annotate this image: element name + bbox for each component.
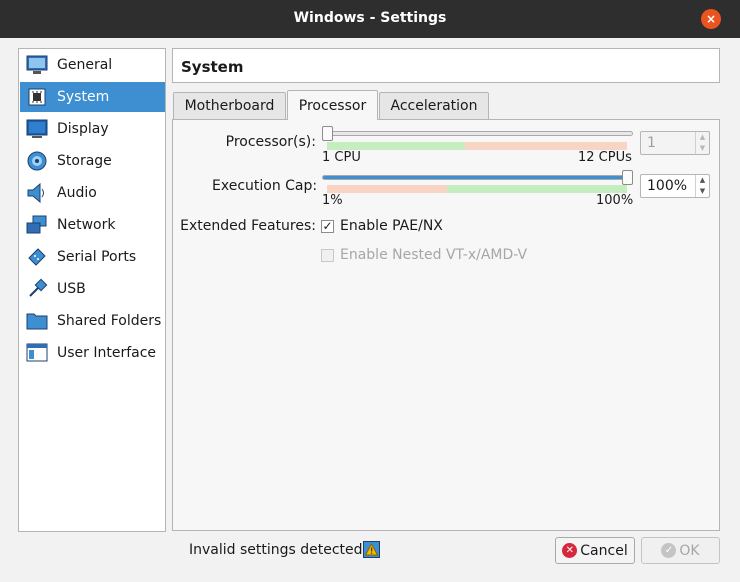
processors-label: Processor(s):	[225, 134, 316, 150]
execution-cap-label: Execution Cap:	[212, 178, 318, 194]
sidebar-item-label: Shared Folders	[57, 313, 162, 329]
sidebar-item-label: Network	[57, 217, 116, 233]
processors-zone-bar	[327, 142, 627, 150]
pae-nx-label: Enable PAE/NX	[340, 218, 443, 234]
spin-arrows-icon[interactable]: ▲ ▼	[695, 175, 709, 197]
display-icon	[25, 117, 49, 141]
serial-port-icon	[25, 245, 49, 269]
sidebar-item-network[interactable]: Network	[20, 210, 165, 240]
tab-acceleration[interactable]: Acceleration	[379, 92, 489, 119]
sidebar-item-label: User Interface	[57, 345, 157, 361]
tab-motherboard[interactable]: Motherboard	[173, 92, 286, 119]
sidebar-item-label: Serial Ports	[57, 249, 137, 265]
title-bar: Windows - Settings ×	[0, 0, 740, 38]
status-message: Invalid settings detected	[189, 542, 363, 558]
ok-check-icon: ✓	[661, 543, 677, 558]
sidebar-item-label: General	[57, 57, 113, 73]
cancel-icon: ✕	[562, 543, 578, 558]
folder-icon	[25, 309, 49, 333]
settings-category-list: General System Display Storage Audio Net…	[18, 48, 166, 532]
cancel-button[interactable]: ✕ Cancel	[555, 537, 635, 564]
sidebar-item-label: Display	[57, 121, 109, 137]
processors-spinbox[interactable]: 1 ▲ ▼	[640, 131, 710, 155]
processors-min-label: 1 CPU	[322, 150, 361, 165]
execution-cap-safe-zone	[447, 185, 627, 193]
execution-cap-slider[interactable]	[322, 175, 633, 180]
execution-cap-zone-bar	[327, 185, 627, 193]
page-title: System	[181, 58, 244, 76]
sidebar-item-label: Audio	[57, 185, 97, 201]
processors-value: 1	[647, 135, 656, 151]
ok-label: OK	[679, 542, 700, 559]
execution-cap-slider-handle[interactable]	[622, 170, 633, 185]
execution-cap-min-label: 1%	[322, 193, 343, 208]
execution-cap-spinbox[interactable]: 100% ▲ ▼	[640, 174, 710, 198]
execution-cap-max-label: 100%	[596, 193, 634, 208]
sidebar-item-shared-folders[interactable]: Shared Folders	[20, 306, 165, 336]
processors-slider[interactable]	[322, 131, 633, 136]
sidebar-item-system[interactable]: System	[20, 82, 165, 112]
nested-vtx-checkbox	[321, 248, 334, 262]
sidebar-item-display[interactable]: Display	[20, 114, 165, 144]
speaker-icon	[25, 181, 49, 205]
processors-safe-zone	[327, 142, 465, 150]
sidebar-item-serial-ports[interactable]: Serial Ports	[20, 242, 165, 272]
disk-icon	[25, 149, 49, 173]
sidebar-item-general[interactable]: General	[20, 50, 165, 80]
close-button[interactable]: ×	[701, 9, 721, 29]
user-interface-icon	[25, 341, 49, 365]
pae-nx-checkbox-row[interactable]: ✓ Enable PAE/NX	[321, 218, 443, 234]
usb-icon	[25, 277, 49, 301]
execution-cap-slider-fill	[323, 176, 632, 179]
cancel-label: Cancel	[580, 542, 628, 559]
spin-arrows-icon[interactable]: ▲ ▼	[695, 132, 709, 154]
processors-max-label: 12 CPUs	[578, 150, 632, 165]
nested-vtx-checkbox-row: Enable Nested VT-x/AMD-V	[321, 247, 527, 263]
chip-icon	[25, 85, 49, 109]
processors-warning-zone	[465, 142, 627, 150]
sidebar-item-user-interface[interactable]: User Interface	[20, 338, 165, 368]
ok-button: ✓ OK	[641, 537, 720, 564]
nested-vtx-label: Enable Nested VT-x/AMD-V	[340, 247, 528, 263]
pae-nx-checkbox[interactable]: ✓	[321, 219, 334, 233]
extended-features-label: Extended Features:	[180, 218, 316, 234]
sidebar-item-storage[interactable]: Storage	[20, 146, 165, 176]
monitor-icon	[25, 53, 49, 77]
tab-processor[interactable]: Processor	[287, 90, 378, 120]
processors-slider-handle[interactable]	[322, 126, 333, 141]
network-icon	[25, 213, 49, 237]
execution-cap-warning-zone	[327, 185, 447, 193]
warning-icon[interactable]	[363, 541, 380, 558]
page-header: System	[172, 48, 720, 83]
sidebar-item-label: USB	[57, 281, 86, 297]
window-title: Windows - Settings	[293, 10, 447, 26]
execution-cap-value: 100%	[647, 178, 688, 194]
sidebar-item-usb[interactable]: USB	[20, 274, 165, 304]
sidebar-item-audio[interactable]: Audio	[20, 178, 165, 208]
sidebar-item-label: Storage	[57, 153, 112, 169]
sidebar-item-label: System	[57, 89, 110, 105]
